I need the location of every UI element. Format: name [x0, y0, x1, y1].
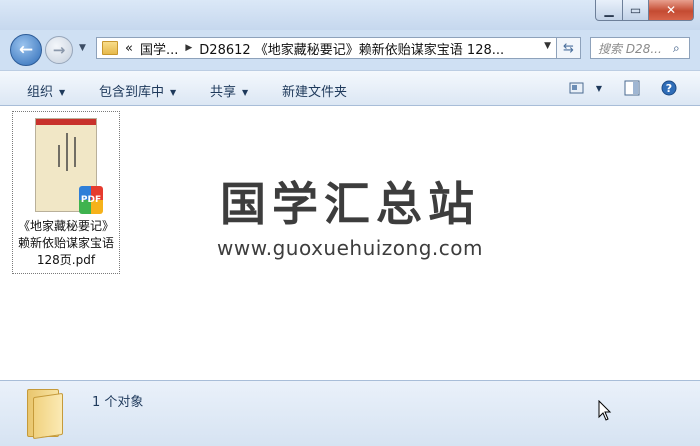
command-bar: 组织 ▼ 包含到库中 ▼ 共享 ▼ 新建文件夹 ▼ ?	[0, 70, 700, 106]
preview-pane-icon	[624, 80, 640, 96]
mouse-cursor-icon	[598, 400, 612, 421]
minimize-icon: ▁	[604, 3, 614, 17]
address-bar[interactable]: « 国学... ▶ D28612 《地家藏秘要记》赖新依贻谋家宝语 128...…	[96, 37, 557, 59]
navigation-row: ← → ▼ « 国学... ▶ D28612 《地家藏秘要记》赖新依贻谋家宝语 …	[0, 30, 700, 70]
include-in-library-label: 包含到库中	[99, 85, 165, 100]
back-arrow-icon: ←	[18, 40, 34, 60]
breadcrumb-overflow[interactable]: «	[125, 41, 133, 56]
chevron-down-icon: ▼	[170, 88, 177, 97]
maximize-icon: ▭	[629, 3, 642, 17]
include-in-library-menu[interactable]: 包含到库中 ▼	[99, 81, 176, 100]
pdf-badge-icon: PDF	[79, 186, 103, 214]
refresh-button[interactable]: ⇆	[557, 37, 581, 59]
search-input[interactable]: 搜索 D28...	[598, 40, 673, 57]
view-options-dropdown[interactable]: ▼	[591, 80, 607, 96]
breadcrumb-separator-icon[interactable]: ▶	[185, 43, 192, 53]
details-pane: 1 个对象	[0, 380, 700, 446]
folder-icon	[27, 389, 63, 440]
chevron-down-icon: ▼	[242, 88, 249, 97]
organize-menu[interactable]: 组织 ▼	[27, 81, 65, 100]
file-name: 《地家藏秘要记》 赖新依贻谋家宝语 128页.pdf	[13, 218, 119, 269]
back-button[interactable]: ←	[10, 34, 42, 66]
refresh-icon: ⇆	[563, 40, 574, 56]
preview-pane-button[interactable]	[624, 80, 640, 96]
close-icon: ✕	[665, 3, 677, 17]
share-label: 共享	[210, 85, 237, 100]
breadcrumb-item-guoxue[interactable]: 国学...	[140, 39, 178, 58]
forward-button[interactable]: →	[45, 36, 73, 64]
help-button[interactable]: ?	[661, 80, 677, 96]
change-view-button[interactable]	[569, 80, 585, 96]
help-icon: ?	[661, 80, 677, 96]
file-list: 国学汇总站 www.guoxuehuizong.com PDF 《地家藏秘要记》…	[0, 106, 700, 380]
file-name-line-3: 128页.pdf	[36, 253, 96, 267]
address-dropdown-icon[interactable]: ▼	[544, 41, 551, 51]
organize-label: 组织	[27, 85, 54, 100]
new-folder-label: 新建文件夹	[282, 85, 348, 100]
title-bar: ▁ ▭ ✕	[0, 0, 700, 30]
minimize-button[interactable]: ▁	[595, 0, 623, 21]
item-count: 1 个对象	[92, 395, 144, 410]
window-controls: ▁ ▭ ✕	[595, 0, 694, 21]
file-name-line-1: 《地家藏秘要记》	[17, 219, 114, 233]
maximize-button[interactable]: ▭	[623, 0, 649, 21]
close-button[interactable]: ✕	[649, 0, 694, 21]
view-icon	[569, 82, 584, 94]
new-folder-button[interactable]: 新建文件夹	[282, 81, 347, 100]
chevron-down-icon: ▼	[59, 88, 66, 97]
svg-text:?: ?	[666, 82, 672, 95]
folder-icon	[102, 41, 118, 55]
search-box[interactable]: 搜索 D28... ⌕	[590, 37, 690, 59]
search-icon: ⌕	[673, 40, 680, 55]
file-item[interactable]: PDF 《地家藏秘要记》 赖新依贻谋家宝语 128页.pdf	[12, 111, 120, 274]
recent-pages-dropdown[interactable]: ▼	[79, 43, 86, 53]
forward-arrow-icon: →	[52, 41, 66, 59]
share-menu[interactable]: 共享 ▼	[210, 81, 248, 100]
explorer-window: ▁ ▭ ✕ ← → ▼ « 国学... ▶ D28612 《地家藏秘要记》赖新依…	[0, 0, 700, 446]
breadcrumb-item-current[interactable]: D28612 《地家藏秘要记》赖新依贻谋家宝语 128...	[199, 39, 504, 58]
file-name-line-2: 赖新依贻谋家宝语	[17, 236, 114, 250]
